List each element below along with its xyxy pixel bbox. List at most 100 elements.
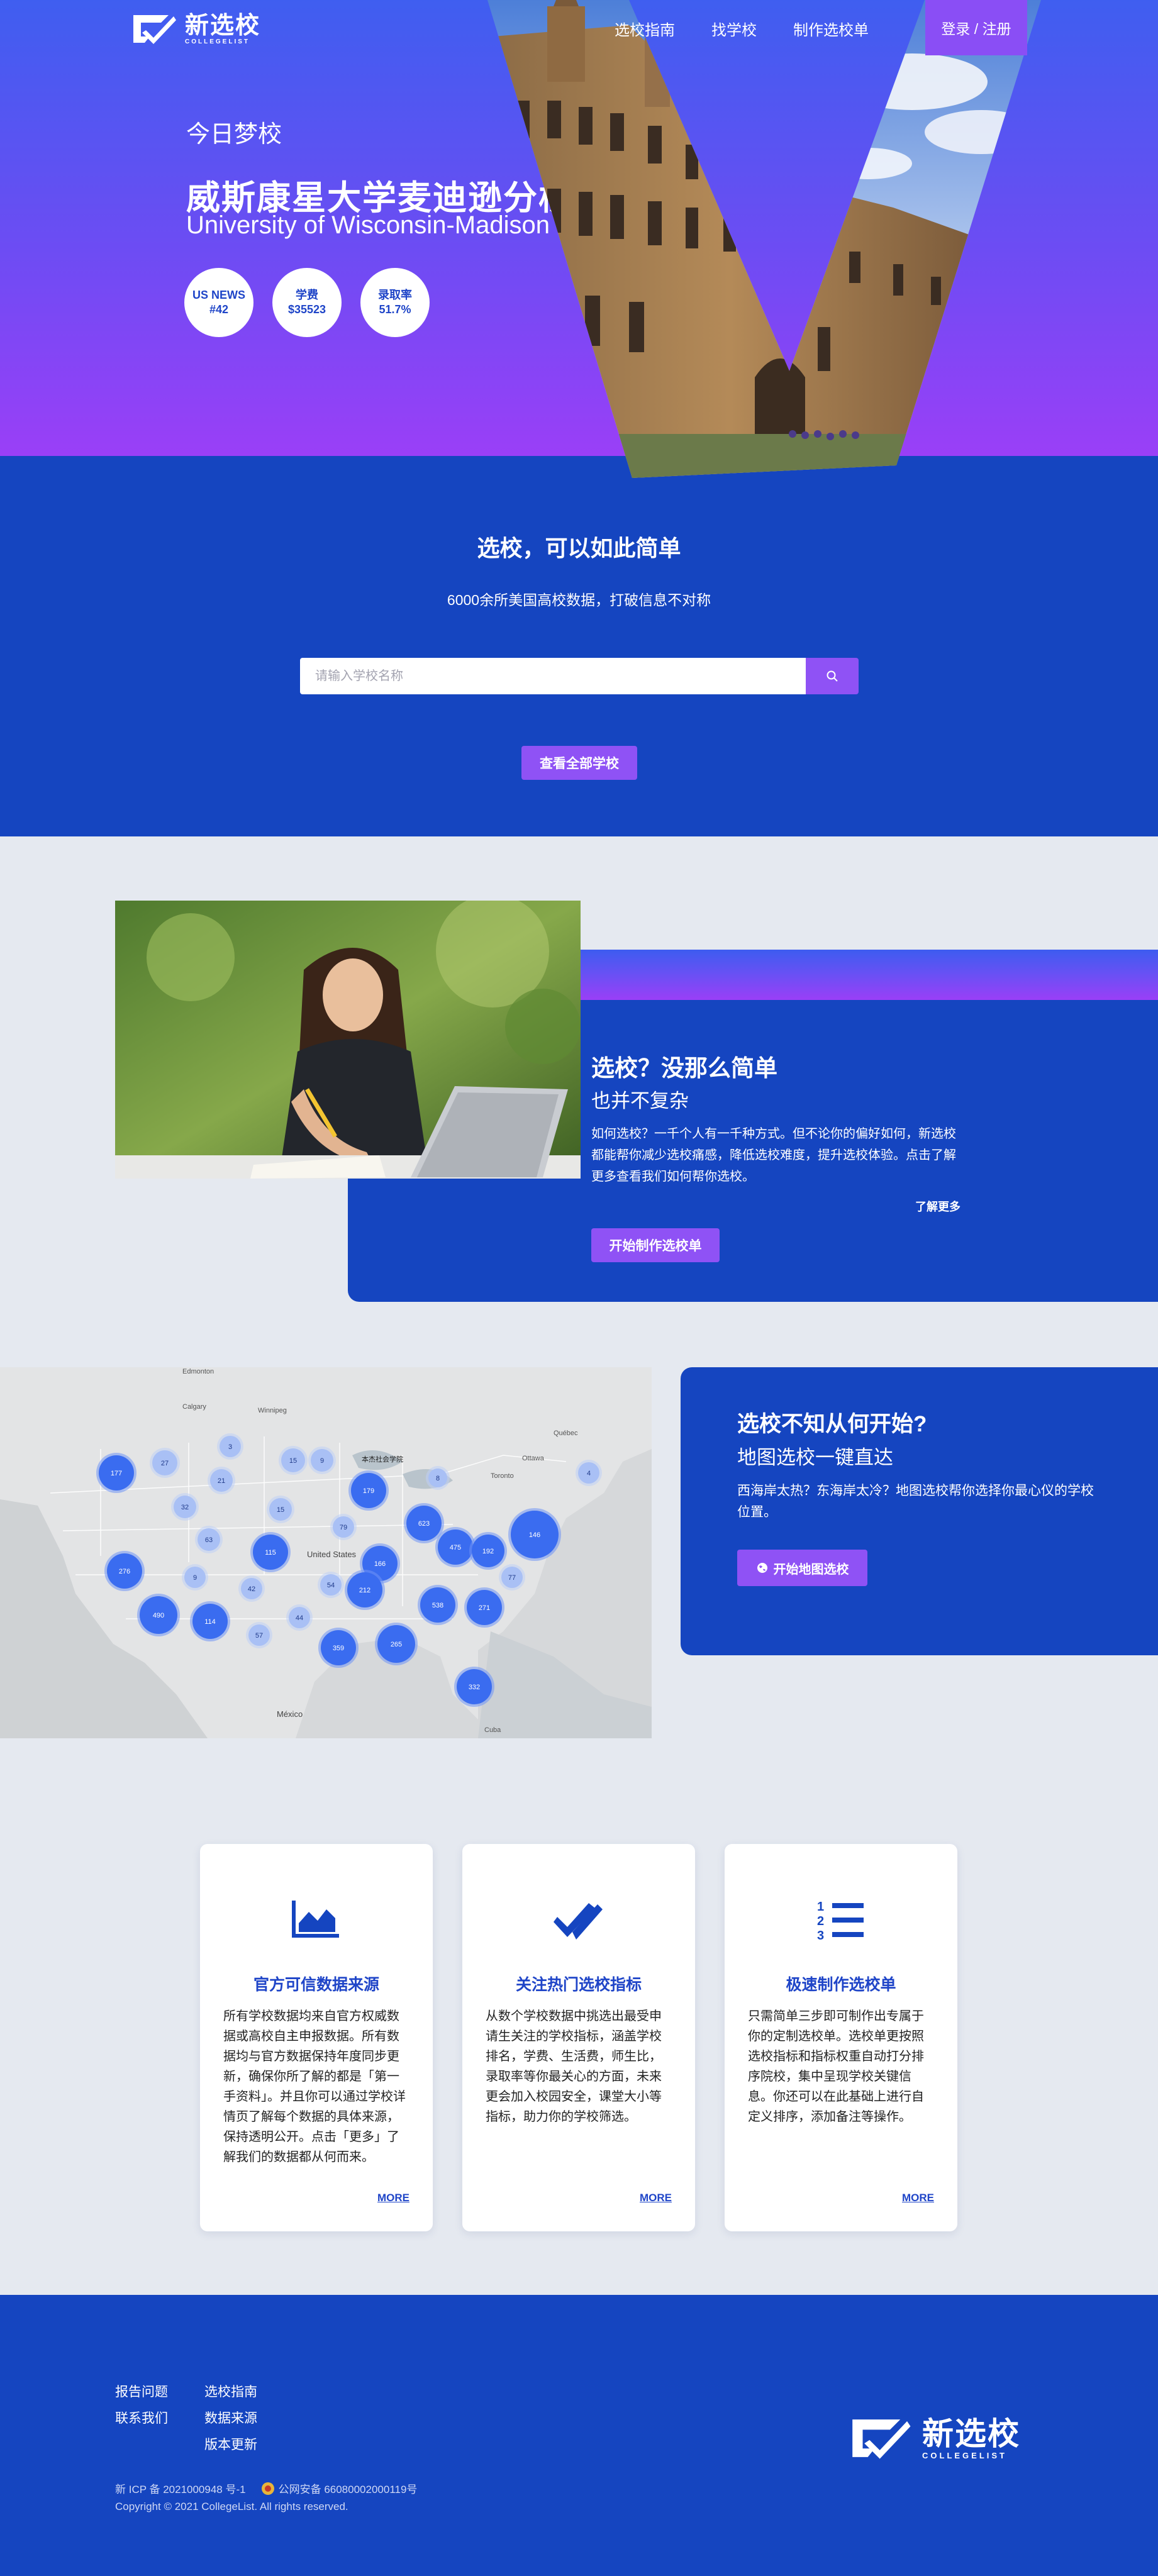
- map-cluster-marker[interactable]: 538: [418, 1585, 458, 1625]
- map-cluster-count: 3: [228, 1443, 232, 1451]
- school-stats: US NEWS #42 学费 $35523 录取率 51.7%: [184, 268, 430, 337]
- feature-more-link[interactable]: MORE: [902, 2192, 934, 2204]
- map-cluster-marker[interactable]: 44: [286, 1604, 313, 1631]
- map-cluster-marker[interactable]: 271: [464, 1587, 504, 1628]
- map-cluster-marker[interactable]: 57: [246, 1622, 272, 1648]
- globe-icon: [757, 1563, 767, 1573]
- view-all-schools-button[interactable]: 查看全部学校: [521, 746, 637, 780]
- map-cluster-marker[interactable]: 15: [279, 1446, 308, 1475]
- school-search-bar: [300, 658, 859, 694]
- brand-logo[interactable]: 新选校 COLLEGELIST: [131, 11, 260, 47]
- school-name-en: University of Wisconsin-Madison: [186, 211, 550, 239]
- svg-text:Edmonton: Edmonton: [182, 1368, 214, 1375]
- search-subtitle: 6000余所美国高校数据，打破信息不对称: [447, 592, 711, 608]
- map-cluster-marker[interactable]: 4: [576, 1460, 602, 1486]
- stat-tuition-label: 学费: [296, 289, 318, 301]
- footer-link-contact[interactable]: 联系我们: [115, 2408, 204, 2427]
- nav-find-school[interactable]: 找学校: [711, 18, 757, 40]
- hero-section: 新选校 COLLEGELIST 选校指南 找学校 制作选校单 登录 / 注册 今…: [0, 0, 1158, 456]
- numbered-list-icon: 1 2 3: [817, 1900, 864, 1942]
- map-cluster-count: 179: [363, 1487, 374, 1495]
- svg-text:Calgary: Calgary: [182, 1403, 206, 1411]
- search-button[interactable]: [806, 658, 859, 694]
- map-cluster-marker[interactable]: 475: [435, 1527, 476, 1567]
- map-cluster-marker[interactable]: 63: [195, 1526, 223, 1553]
- footer-brand-name-en: COLLEGELIST: [922, 2450, 1007, 2460]
- map-cluster-marker[interactable]: 42: [238, 1575, 265, 1602]
- svg-text:3: 3: [817, 1929, 824, 1942]
- start-list-button[interactable]: 开始制作选校单: [591, 1228, 720, 1262]
- footer-link-updates[interactable]: 版本更新: [204, 2434, 267, 2453]
- map-cluster-marker[interactable]: 8: [426, 1466, 450, 1490]
- svg-text:Québec: Québec: [554, 1430, 578, 1437]
- map-cluster-marker[interactable]: 332: [454, 1667, 494, 1707]
- logo-mark-icon: [133, 15, 176, 44]
- school-cluster-map[interactable]: Edmonton Calgary Winnipeg Toronto Ottawa…: [0, 1367, 652, 1738]
- map-cluster-marker[interactable]: 146: [508, 1508, 561, 1561]
- police-record[interactable]: 公网安备 66080002000119号: [261, 2480, 417, 2496]
- copyright: Copyright © 2021 CollegeList. All rights…: [115, 2501, 348, 2512]
- icp-info: 新 ICP 备 2021000948 号-1 公网安备 660800020001…: [115, 2480, 417, 2496]
- map-cluster-count: 192: [482, 1548, 494, 1555]
- map-cluster-marker[interactable]: 265: [375, 1623, 418, 1665]
- nav-guide[interactable]: 选校指南: [615, 18, 675, 40]
- map-cluster-count: 77: [508, 1574, 516, 1582]
- feature-more-link[interactable]: MORE: [640, 2192, 672, 2204]
- nav-make-list[interactable]: 制作选校单: [793, 18, 869, 40]
- svg-text:México: México: [277, 1709, 303, 1719]
- map-cluster-marker[interactable]: 32: [171, 1493, 199, 1521]
- map-cluster-count: 4: [587, 1470, 591, 1477]
- easy-title: 选校？没那么简单: [591, 1055, 777, 1081]
- map-title: 选校不知从何开始?: [737, 1412, 927, 1436]
- map-cluster-marker[interactable]: 179: [348, 1470, 389, 1511]
- map-cluster-count: 265: [391, 1641, 402, 1648]
- map-cluster-count: 57: [255, 1632, 263, 1640]
- map-cluster-marker[interactable]: 15: [267, 1496, 294, 1523]
- footer-logo[interactable]: 新选校 COLLEGELIST: [848, 2414, 1020, 2462]
- search-section: 选校，可以如此简单 6000余所美国高校数据，打破信息不对称 查看全部学校: [0, 456, 1158, 836]
- learn-more-link[interactable]: 了解更多: [915, 1198, 960, 1214]
- map-cluster-count: 359: [333, 1645, 344, 1652]
- start-map-button[interactable]: 开始地图选校: [737, 1550, 867, 1586]
- feature-text: 只需简单三步即可制作出专属于你的定制选校单。选校单更按照选校指标和指标权重自动打…: [748, 2009, 924, 2124]
- stat-usnews-label: US NEWS: [192, 289, 245, 301]
- login-register-button[interactable]: 登录 / 注册: [925, 0, 1027, 55]
- map-cluster-marker[interactable]: 359: [318, 1628, 359, 1668]
- map-cluster-marker[interactable]: 212: [345, 1570, 385, 1610]
- map-cluster-marker[interactable]: 9: [182, 1564, 208, 1591]
- map-cluster-marker[interactable]: 192: [469, 1532, 507, 1570]
- stat-usnews-value: #42: [209, 303, 229, 316]
- footer-link-report[interactable]: 报告问题: [115, 2382, 204, 2401]
- map-cluster-marker[interactable]: 490: [137, 1594, 180, 1636]
- map-cluster-marker[interactable]: 115: [250, 1532, 291, 1572]
- feature-card-quick-list: 1 2 3 极速制作选校单 只需简单三步即可制作出专属于你的定制选校单。选校单更…: [725, 1844, 957, 2231]
- icp-number[interactable]: 新 ICP 备 2021000948 号-1: [115, 2480, 246, 2496]
- map-cluster-marker[interactable]: 9: [308, 1446, 336, 1474]
- map-cluster-marker[interactable]: 114: [190, 1601, 230, 1641]
- map-cluster-count: 27: [161, 1460, 169, 1467]
- feature-more-link[interactable]: MORE: [377, 2192, 409, 2204]
- map-cluster-marker[interactable]: 3: [217, 1433, 243, 1460]
- map-cluster-count: 475: [450, 1544, 461, 1552]
- map-cluster-marker[interactable]: 27: [150, 1448, 180, 1478]
- footer-link-guide[interactable]: 选校指南: [204, 2382, 267, 2401]
- stat-admission: 录取率 51.7%: [360, 268, 430, 337]
- stat-admission-value: 51.7%: [379, 303, 411, 316]
- school-search-input[interactable]: [300, 658, 806, 694]
- stat-tuition-value: $35523: [287, 303, 326, 316]
- map-cluster-marker[interactable]: 54: [318, 1572, 344, 1598]
- logo-mark-icon: [852, 2419, 911, 2459]
- map-cluster-marker[interactable]: 79: [330, 1514, 357, 1540]
- top-nav: 选校指南 找学校 制作选校单: [615, 18, 869, 40]
- svg-text:United States: United States: [307, 1550, 357, 1559]
- map-cluster-marker[interactable]: 276: [104, 1551, 145, 1591]
- map-cluster-marker[interactable]: 21: [208, 1467, 235, 1494]
- svg-text:本杰社会学院: 本杰社会学院: [362, 1455, 403, 1463]
- map-cluster-marker[interactable]: 177: [96, 1453, 136, 1493]
- footer-link-empty: [115, 2434, 204, 2453]
- svg-text:1: 1: [817, 1900, 824, 1914]
- svg-text:Toronto: Toronto: [491, 1472, 514, 1480]
- footer-link-data-source[interactable]: 数据来源: [204, 2408, 267, 2427]
- feature-title: 官方可信数据来源: [253, 1976, 379, 1994]
- map-cluster-marker[interactable]: 77: [499, 1564, 525, 1591]
